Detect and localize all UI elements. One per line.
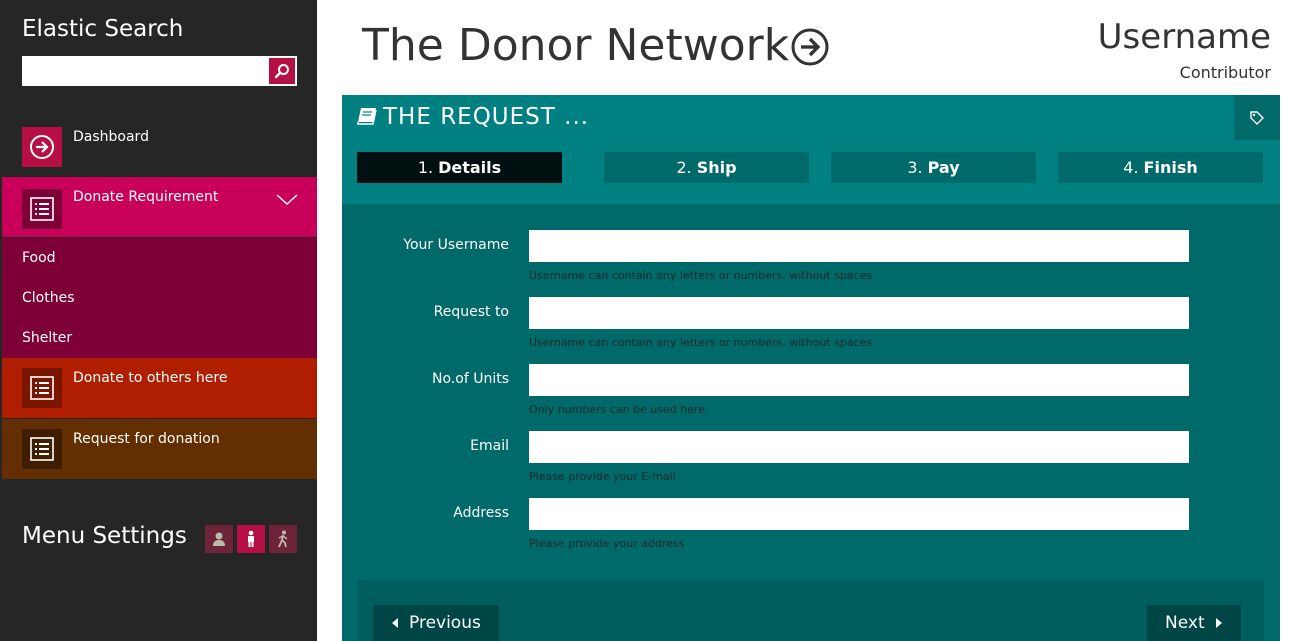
step-label: Ship: [696, 158, 737, 177]
walking-icon: [278, 530, 288, 548]
menu-setting-walking-button[interactable]: [269, 525, 297, 553]
sidebar: Elastic Search Dashboard Donate Requirem…: [0, 0, 317, 641]
previous-button[interactable]: Previous: [373, 605, 499, 641]
search-icon: [274, 64, 289, 79]
tag-icon: [1250, 110, 1264, 125]
nav-label: Dashboard: [73, 129, 149, 145]
units-hint: Only numbers can be used here.: [529, 403, 709, 416]
sidebar-title: Elastic Search: [22, 16, 184, 42]
book-icon: [357, 108, 377, 125]
step-number: 4.: [1123, 158, 1139, 177]
caret-left-icon: [392, 618, 398, 628]
menu-setting-person-button[interactable]: [237, 525, 265, 553]
step-number: 2.: [676, 158, 692, 177]
list-icon: [22, 368, 62, 408]
request-to-field[interactable]: [529, 297, 1189, 329]
submenu-label: Clothes: [22, 290, 75, 306]
nav-item-donate-requirement[interactable]: Donate Requirement: [2, 177, 317, 237]
submenu-label: Shelter: [22, 330, 73, 346]
step-ship[interactable]: 2. Ship: [604, 152, 809, 183]
email-label: Email: [470, 438, 509, 454]
search-button[interactable]: [267, 56, 297, 86]
person-icon: [248, 530, 254, 547]
username[interactable]: Username: [1098, 17, 1271, 57]
chevron-down-icon: [276, 194, 298, 205]
next-label: Next: [1165, 613, 1205, 633]
submenu-label: Food: [22, 250, 56, 266]
address-hint: Please provide your address: [529, 537, 685, 550]
nav-item-donate-to-others[interactable]: Donate to others here: [2, 358, 317, 418]
email-field[interactable]: [529, 431, 1189, 463]
submenu-item-clothes[interactable]: Clothes: [2, 278, 317, 318]
search-box: [22, 56, 297, 86]
step-label: Pay: [927, 158, 960, 177]
units-label: No.of Units: [432, 371, 509, 387]
list-icon: [22, 429, 62, 469]
panel-header: THE REQUEST ...: [342, 95, 1280, 140]
step-number: 1.: [417, 158, 434, 177]
wizard-footer: Previous Next: [358, 580, 1264, 641]
user-icon: [213, 532, 225, 546]
username-field[interactable]: [529, 230, 1189, 262]
nav-item-dashboard[interactable]: Dashboard: [2, 117, 317, 177]
step-details[interactable]: 1. Details: [357, 152, 562, 183]
units-field[interactable]: [529, 364, 1189, 396]
email-hint: Please provide your E-mail: [529, 470, 676, 483]
wizard-steps: 1. Details 2. Ship 3. Pay 4. Finish: [342, 140, 1280, 204]
search-input[interactable]: [22, 56, 267, 86]
menu-setting-user-button[interactable]: [205, 525, 233, 553]
address-label: Address: [453, 505, 509, 521]
nav-label: Request for donation: [73, 431, 220, 447]
page-title: The Donor Network: [362, 20, 790, 71]
panel-tag-button[interactable]: [1234, 95, 1280, 140]
list-icon: [22, 189, 62, 229]
request-to-label: Request to: [433, 304, 509, 320]
step-label: Details: [438, 158, 502, 177]
step-number: 3.: [907, 158, 923, 177]
submenu-item-food[interactable]: Food: [2, 238, 317, 278]
address-field[interactable]: [529, 498, 1189, 530]
next-button[interactable]: Next: [1147, 605, 1241, 641]
step-pay[interactable]: 3. Pay: [831, 152, 1036, 183]
menu-settings-label: Menu Settings: [22, 523, 187, 549]
nav-label: Donate Requirement: [73, 189, 219, 205]
step-label: Finish: [1143, 158, 1198, 177]
step-finish[interactable]: 4. Finish: [1058, 152, 1263, 183]
username-label: Your Username: [403, 237, 509, 253]
arrow-circle-right-icon: [22, 127, 62, 167]
arrow-circle-right-icon[interactable]: [790, 27, 830, 67]
panel-title: THE REQUEST ...: [383, 104, 590, 130]
nav-label: Donate to others here: [73, 370, 228, 386]
nav-item-request-for-donation[interactable]: Request for donation: [2, 419, 317, 479]
previous-label: Previous: [409, 613, 481, 633]
caret-right-icon: [1215, 618, 1222, 628]
submenu-item-shelter[interactable]: Shelter: [2, 318, 317, 358]
request-panel: THE REQUEST ... 1. Details 2. Ship 3. Pa…: [342, 95, 1280, 641]
username-hint: Username can contain any letters or numb…: [529, 269, 873, 282]
user-role: Contributor: [1179, 63, 1271, 82]
request-to-hint: Username can contain any letters or numb…: [529, 336, 873, 349]
